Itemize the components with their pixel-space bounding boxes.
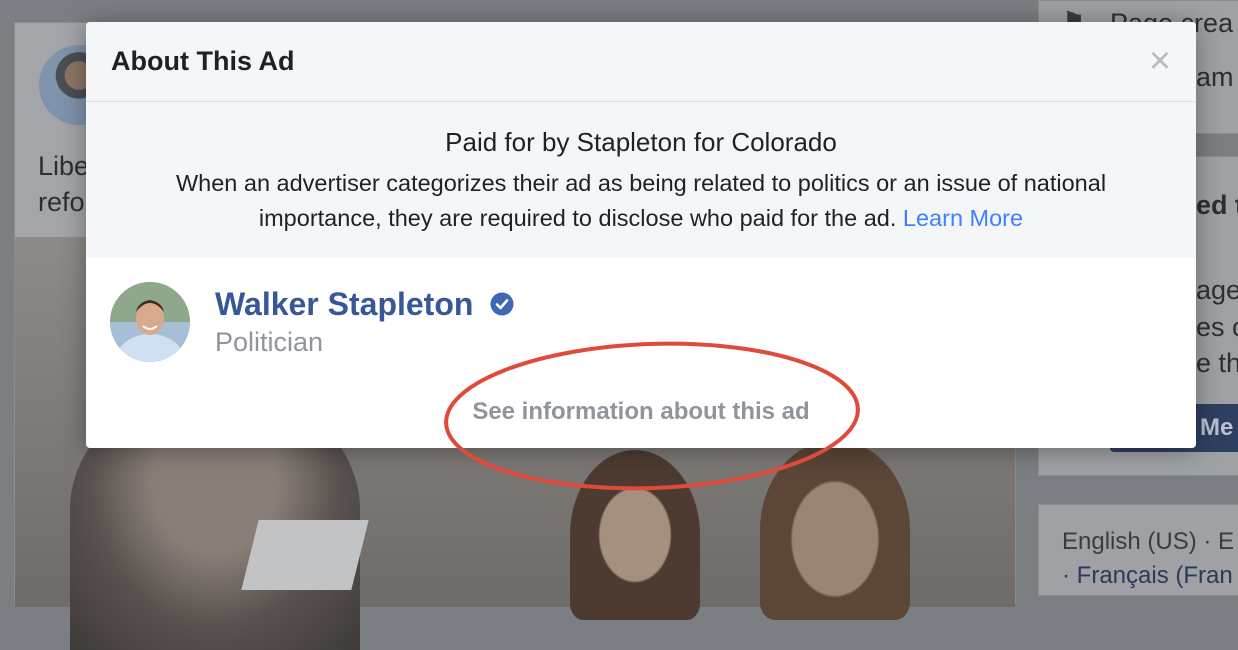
- background-footer-language: English (US) · E: [1062, 528, 1235, 555]
- background-post-text-line-2: refo: [38, 187, 85, 217]
- learn-more-link[interactable]: Learn More: [903, 205, 1023, 231]
- background-sidebar-heading: ed t: [1196, 190, 1238, 220]
- profile-avatar[interactable]: [110, 282, 190, 362]
- background-sidebar-text: age: [1196, 275, 1238, 305]
- close-icon[interactable]: ×: [1144, 42, 1176, 80]
- annotation-ellipse: [444, 341, 860, 491]
- dialog-title: About This Ad: [111, 46, 295, 76]
- disclaimer-text: When an advertiser categorizes their ad …: [126, 166, 1156, 236]
- dialog-header: About This Ad ×: [86, 22, 1196, 102]
- paid-for-disclaimer: Paid for by Stapleton for Colorado When …: [86, 102, 1196, 258]
- advertiser-category: Politician: [215, 327, 324, 357]
- advertiser-name-link[interactable]: Walker Stapleton: [215, 286, 473, 323]
- background-sidebar-text: am: [1196, 62, 1234, 92]
- background-sidebar-text: es c: [1196, 312, 1238, 342]
- background-footer-language: · Français (Fran: [1062, 562, 1233, 589]
- background-photo-collar: [241, 520, 369, 590]
- background-post-text-line-1: Libe: [38, 151, 90, 181]
- paid-for-label: Paid for by Stapleton for Colorado: [445, 127, 837, 157]
- avatar-photo: [110, 282, 190, 362]
- verified-badge-icon: [490, 292, 514, 316]
- background-sidebar-text: e th: [1196, 348, 1238, 378]
